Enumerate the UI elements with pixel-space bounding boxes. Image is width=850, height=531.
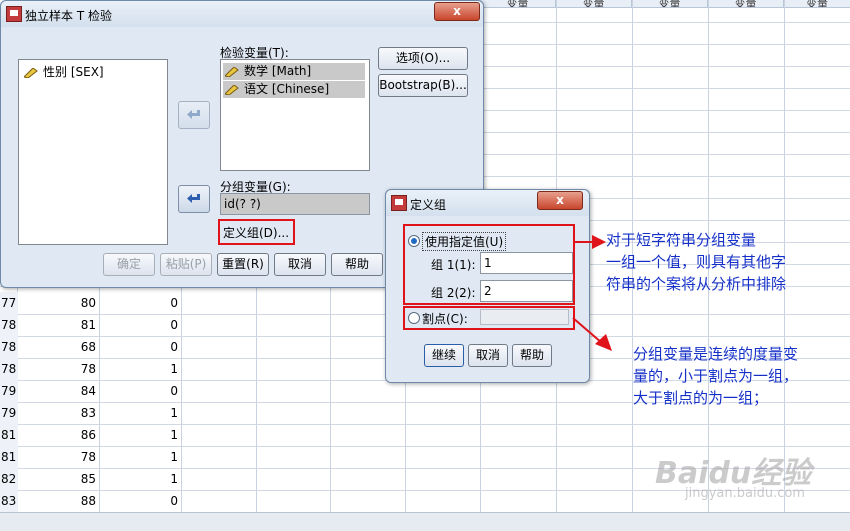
table-cell[interactable]: 78 bbox=[18, 446, 96, 468]
baidu-watermark-url: jingyan.baidu.com bbox=[685, 486, 805, 501]
table-cell[interactable]: 1 bbox=[100, 358, 178, 380]
annotation-note1: 对于短字符串分组变量 一组一个值，则具有其他字 符串的个案将从分析中排除 bbox=[606, 229, 786, 295]
help-button[interactable]: 帮助 bbox=[331, 253, 383, 276]
test-variable-list[interactable]: 数学 [Math] 语文 [Chinese] bbox=[220, 59, 370, 171]
dialog-titlebar[interactable]: 独立样本 T 检验 x bbox=[1, 1, 483, 27]
bootstrap-button[interactable]: Bootstrap(B)... bbox=[378, 74, 468, 97]
table-cell[interactable]: 0 bbox=[100, 490, 178, 512]
scale-variable-icon bbox=[225, 84, 239, 95]
define-groups-button[interactable]: 定义组(D)... bbox=[221, 222, 291, 245]
move-group-variable-button[interactable] bbox=[178, 185, 210, 213]
row-number[interactable]: 81 bbox=[0, 446, 18, 468]
arrow-left-icon bbox=[187, 110, 200, 119]
row-number[interactable]: 78 bbox=[0, 314, 18, 336]
table-cell[interactable]: 0 bbox=[100, 380, 178, 402]
table-row[interactable]: 81 86 1 bbox=[0, 424, 850, 447]
table-cell[interactable]: 81 bbox=[18, 314, 96, 336]
spss-app-icon bbox=[391, 195, 407, 211]
annotation-line: 符串的个案将从分析中排除 bbox=[606, 275, 787, 293]
row-number[interactable]: 83 bbox=[0, 490, 18, 512]
annotation-line: 大于割点的为一组； bbox=[633, 389, 769, 407]
table-cell[interactable]: 80 bbox=[18, 292, 96, 314]
spss-app-icon bbox=[6, 6, 22, 22]
dialog-title: 定义组 bbox=[410, 198, 447, 212]
cancel-button[interactable]: 取消 bbox=[468, 344, 508, 367]
ok-button[interactable]: 确定 bbox=[103, 253, 155, 276]
group-variable-field[interactable]: id(? ?) bbox=[220, 193, 370, 215]
dialog-titlebar[interactable]: 定义组 x bbox=[386, 190, 589, 216]
scale-variable-icon bbox=[24, 67, 38, 78]
bottom-scrollbar[interactable] bbox=[0, 512, 850, 531]
table-cell[interactable]: 68 bbox=[18, 336, 96, 358]
row-number[interactable]: 79 bbox=[0, 402, 18, 424]
define-groups-dialog: 定义组 x 使用指定值(U) 组 1(1): 1 组 2(2): 2 割点(C)… bbox=[385, 189, 590, 383]
use-specified-values-radio[interactable] bbox=[408, 235, 420, 247]
continue-button[interactable]: 继续 bbox=[424, 344, 464, 367]
help-button[interactable]: 帮助 bbox=[512, 344, 552, 367]
table-cell[interactable]: 1 bbox=[100, 468, 178, 490]
options-button[interactable]: 选项(O)... bbox=[378, 47, 468, 70]
use-specified-values-label[interactable]: 使用指定值(U) bbox=[422, 232, 507, 251]
row-number[interactable]: 77 bbox=[0, 292, 18, 314]
annotation-line: 对于短字符串分组变量 bbox=[606, 231, 757, 249]
table-cell[interactable]: 0 bbox=[100, 314, 178, 336]
table-cell[interactable]: 1 bbox=[100, 424, 178, 446]
group1-label: 组 1(1): bbox=[431, 258, 476, 272]
reset-button[interactable]: 重置(R) bbox=[217, 253, 269, 276]
close-button[interactable]: x bbox=[537, 191, 583, 210]
list-item[interactable]: 性别 [SEX] bbox=[22, 64, 104, 81]
cancel-button[interactable]: 取消 bbox=[274, 253, 326, 276]
variable-label: 语文 [Chinese] bbox=[244, 82, 330, 96]
row-number[interactable]: 82 bbox=[0, 468, 18, 490]
cutpoint-label: 割点(C): bbox=[422, 312, 468, 326]
list-item[interactable]: 数学 [Math] bbox=[223, 63, 365, 80]
group1-field[interactable]: 1 bbox=[480, 252, 573, 274]
table-cell[interactable]: 84 bbox=[18, 380, 96, 402]
annotation-line: 分组变量是连续的度量变 bbox=[633, 345, 799, 363]
row-number[interactable]: 79 bbox=[0, 380, 18, 402]
scale-variable-icon bbox=[225, 66, 239, 77]
list-item[interactable]: 语文 [Chinese] bbox=[223, 81, 365, 98]
table-cell[interactable]: 83 bbox=[18, 402, 96, 424]
annotation-line: 量的，小于割点为一组， bbox=[633, 367, 799, 385]
arrow-left-icon bbox=[187, 194, 200, 203]
annotation-note2: 分组变量是连续的度量变 量的，小于割点为一组， 大于割点的为一组； bbox=[633, 343, 798, 409]
row-number[interactable]: 81 bbox=[0, 424, 18, 446]
table-cell[interactable]: 85 bbox=[18, 468, 96, 490]
table-cell[interactable]: 1 bbox=[100, 446, 178, 468]
cutpoint-radio[interactable] bbox=[408, 312, 420, 324]
table-cell[interactable]: 1 bbox=[100, 402, 178, 424]
cutpoint-field[interactable] bbox=[480, 309, 569, 325]
move-test-variable-button[interactable] bbox=[178, 101, 210, 129]
close-button[interactable]: x bbox=[434, 2, 480, 21]
table-cell[interactable]: 88 bbox=[18, 490, 96, 512]
group2-label: 组 2(2): bbox=[431, 286, 476, 300]
paste-button[interactable]: 粘贴(P) bbox=[160, 253, 212, 276]
table-cell[interactable]: 0 bbox=[100, 292, 178, 314]
variable-label: 性别 [SEX] bbox=[43, 65, 104, 79]
variable-label: 数学 [Math] bbox=[244, 64, 312, 78]
table-cell[interactable]: 0 bbox=[100, 336, 178, 358]
source-variable-list[interactable]: 性别 [SEX] bbox=[18, 59, 168, 245]
annotation-line: 一组一个值，则具有其他字 bbox=[606, 253, 787, 271]
dialog-title: 独立样本 T 检验 bbox=[25, 9, 112, 23]
group2-field[interactable]: 2 bbox=[480, 280, 573, 302]
row-number[interactable]: 78 bbox=[0, 358, 18, 380]
table-cell[interactable]: 78 bbox=[18, 358, 96, 380]
table-cell[interactable]: 86 bbox=[18, 424, 96, 446]
row-number[interactable]: 78 bbox=[0, 336, 18, 358]
